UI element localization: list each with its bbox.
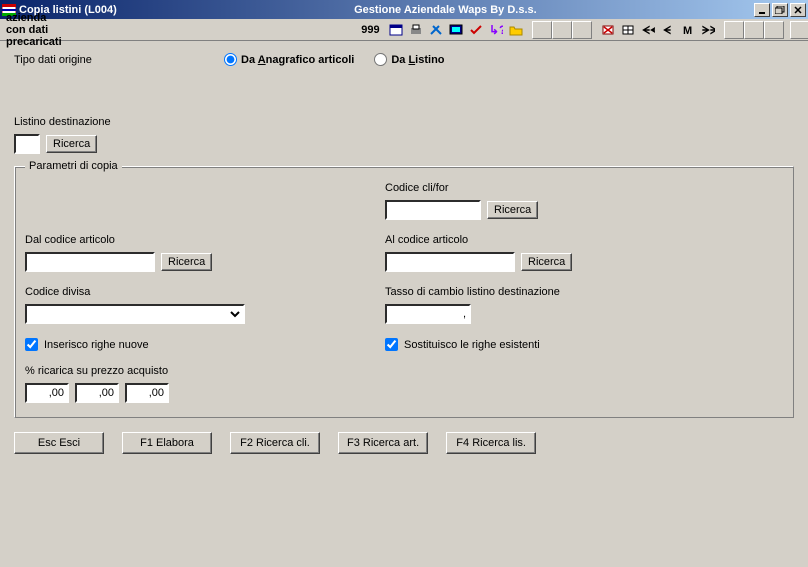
close-button[interactable] [790, 3, 806, 17]
svg-text:ᗕᗕ: ᗕᗕ [642, 25, 655, 36]
radio-anagrafico-text: Da Anagrafico articoli [241, 54, 354, 66]
inserisco-checkbox[interactable]: Inserisco righe nuove [25, 338, 365, 351]
minimize-button[interactable] [754, 3, 770, 17]
titlebar: Copia listini (L004) Gestione Aziendale … [0, 0, 808, 19]
dal-codice-block: Dal codice articolo Ricerca [25, 234, 365, 272]
esc-button[interactable]: Esc Esci [14, 432, 104, 454]
window-controls [754, 3, 806, 17]
f3-ricerca-art-button[interactable]: F3 Ricerca art. [338, 432, 428, 454]
codice-clifor-block: Codice cli/for Ricerca [385, 182, 783, 220]
find-first-icon[interactable]: ᗕᗕ [638, 21, 658, 39]
sostituisco-checkbox[interactable]: Sostituisco le righe esistenti [385, 338, 783, 351]
listino-destinazione-block: Listino destinazione Ricerca [14, 116, 794, 154]
al-codice-ricerca-button[interactable]: Ricerca [521, 253, 572, 271]
f2-ricerca-cli-button[interactable]: F2 Ricerca cli. [230, 432, 320, 454]
window-center-title: Gestione Aziendale Waps By D.s.s. [117, 4, 754, 16]
toolbar-icons: ↳? ᗕᗕ ᗕ M ᗒᗒ [386, 21, 808, 39]
find-icon[interactable]: M [678, 21, 698, 39]
tools-icon[interactable] [426, 21, 446, 39]
dal-codice-label: Dal codice articolo [25, 234, 365, 246]
main-content: Tipo dati origine Da Anagrafico articoli… [0, 41, 808, 462]
spacer [14, 66, 794, 96]
disabled-button-2 [552, 21, 572, 39]
ricarica-label: % ricarica su prezzo acquisto [25, 365, 783, 377]
listino-destinazione-label: Listino destinazione [14, 116, 794, 128]
ricarica2-input[interactable] [75, 383, 119, 403]
sostituisco-checkbox-input[interactable] [385, 338, 398, 351]
parametri-legend: Parametri di copia [25, 160, 122, 172]
disabled-button-4 [724, 21, 744, 39]
tipo-dati-row: Tipo dati origine Da Anagrafico articoli… [14, 53, 794, 66]
codice-clifor-label: Codice cli/for [385, 182, 783, 194]
grid-icon[interactable] [618, 21, 638, 39]
restore-button[interactable] [772, 3, 788, 17]
tasso-input[interactable] [385, 304, 471, 324]
printer-icon[interactable] [406, 21, 426, 39]
codice-clifor-ricerca-button[interactable]: Ricerca [487, 201, 538, 219]
find-next-icon[interactable]: ᗒᗒ [698, 21, 718, 39]
parametri-group: Parametri di copia Codice cli/for Ricerc… [14, 160, 794, 418]
toolbar: azienda con dati precaricati 999 ↳? ᗕᗕ ᗕ… [0, 19, 808, 41]
radio-listino-text: Da Listino [391, 54, 444, 66]
al-codice-block: Al codice articolo Ricerca [385, 234, 783, 272]
radio-listino-input[interactable] [374, 53, 387, 66]
f4-ricerca-lis-button[interactable]: F4 Ricerca lis. [446, 432, 536, 454]
radio-anagrafico[interactable]: Da Anagrafico articoli [224, 53, 354, 66]
folder-icon[interactable] [506, 21, 526, 39]
al-codice-label: Al codice articolo [385, 234, 783, 246]
disabled-button-1 [532, 21, 552, 39]
disabled-button-5 [744, 21, 764, 39]
ricarica1-input[interactable] [25, 383, 69, 403]
tipo-dati-label: Tipo dati origine [14, 54, 224, 66]
toolbar-number: 999 [70, 24, 380, 36]
f1-elabora-button[interactable]: F1 Elabora [122, 432, 212, 454]
find-prev-icon[interactable]: ᗕ [658, 21, 678, 39]
delete-icon[interactable] [598, 21, 618, 39]
disabled-button-6 [764, 21, 784, 39]
radio-listino[interactable]: Da Listino [374, 53, 444, 66]
codice-divisa-select[interactable] [25, 304, 245, 324]
svg-text:M: M [683, 25, 692, 36]
sostituisco-label: Sostituisco le righe esistenti [404, 339, 540, 351]
listino-destinazione-input[interactable] [14, 134, 40, 154]
tasso-block: Tasso di cambio listino destinazione [385, 286, 783, 324]
screen-icon[interactable] [446, 21, 466, 39]
tasso-label: Tasso di cambio listino destinazione [385, 286, 783, 298]
calendar-icon[interactable] [386, 21, 406, 39]
codice-clifor-input[interactable] [385, 200, 481, 220]
codice-divisa-label: Codice divisa [25, 286, 365, 298]
bottom-buttons: Esc Esci F1 Elabora F2 Ricerca cli. F3 R… [14, 432, 794, 454]
radio-anagrafico-input[interactable] [224, 53, 237, 66]
svg-text:ᗕ: ᗕ [663, 25, 671, 36]
ricarica3-input[interactable] [125, 383, 169, 403]
help-icon[interactable]: ↳? [486, 21, 506, 39]
al-codice-input[interactable] [385, 252, 515, 272]
codice-divisa-block: Codice divisa [25, 286, 365, 324]
dal-codice-ricerca-button[interactable]: Ricerca [161, 253, 212, 271]
listino-destinazione-ricerca-button[interactable]: Ricerca [46, 135, 97, 153]
toolbar-subtitle: azienda con dati precaricati [6, 12, 62, 48]
inserisco-checkbox-input[interactable] [25, 338, 38, 351]
ricarica-block: % ricarica su prezzo acquisto [25, 365, 783, 403]
svg-text:ᗒᗒ: ᗒᗒ [702, 25, 715, 36]
dal-codice-input[interactable] [25, 252, 155, 272]
inserisco-label: Inserisco righe nuove [44, 339, 149, 351]
check-icon[interactable] [466, 21, 486, 39]
disabled-button-7 [790, 21, 808, 39]
disabled-button-3 [572, 21, 592, 39]
svg-text:↳?: ↳? [489, 23, 503, 37]
